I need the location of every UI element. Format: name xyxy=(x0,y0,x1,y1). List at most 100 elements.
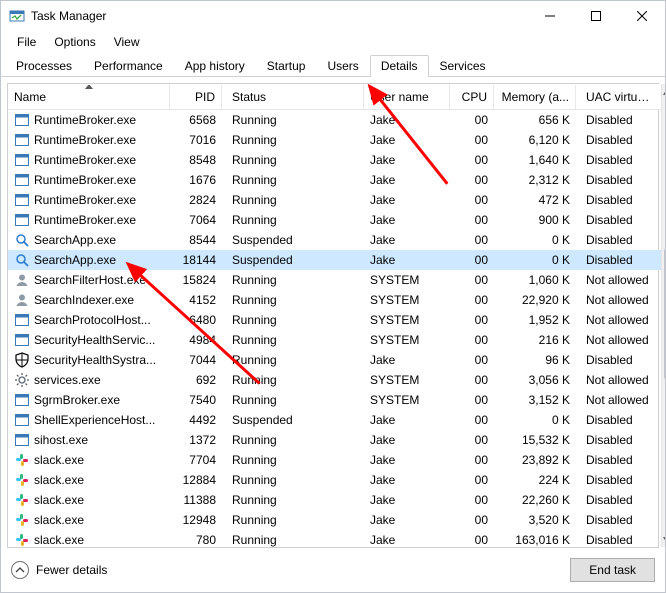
table-row[interactable]: RuntimeBroker.exe8548RunningJake001,640 … xyxy=(8,150,661,170)
close-button[interactable] xyxy=(619,1,665,31)
process-memory: 163,016 K xyxy=(494,533,576,547)
process-uac: Not allowed xyxy=(576,333,661,347)
process-uac: Disabled xyxy=(576,513,661,527)
process-cpu: 00 xyxy=(450,233,494,247)
process-memory: 1,640 K xyxy=(494,153,576,167)
process-pid: 6568 xyxy=(170,113,222,127)
tab-app-history[interactable]: App history xyxy=(174,55,256,77)
process-user: SYSTEM xyxy=(364,333,450,347)
process-memory: 3,056 K xyxy=(494,373,576,387)
table-row[interactable]: services.exe692RunningSYSTEM003,056 KNot… xyxy=(8,370,661,390)
table-row[interactable]: SearchIndexer.exe4152RunningSYSTEM0022,9… xyxy=(8,290,661,310)
process-pid: 12884 xyxy=(170,473,222,487)
table-row[interactable]: slack.exe11388RunningJake0022,260 KDisab… xyxy=(8,490,661,510)
process-pid: 8544 xyxy=(170,233,222,247)
process-memory: 216 K xyxy=(494,333,576,347)
table-row[interactable]: SecurityHealthServic...4984RunningSYSTEM… xyxy=(8,330,661,350)
table-row[interactable]: RuntimeBroker.exe6568RunningJake00656 KD… xyxy=(8,110,661,130)
process-memory: 2,312 K xyxy=(494,173,576,187)
tabstrip: Processes Performance App history Startu… xyxy=(1,53,665,77)
menu-options[interactable]: Options xyxy=(46,33,103,51)
scroll-down-arrow[interactable] xyxy=(662,530,666,547)
process-name: RuntimeBroker.exe xyxy=(34,133,136,147)
process-name: sihost.exe xyxy=(34,433,88,447)
process-icon xyxy=(14,112,30,128)
menu-file[interactable]: File xyxy=(9,33,44,51)
table-body: RuntimeBroker.exe6568RunningJake00656 KD… xyxy=(8,110,661,547)
maximize-button[interactable] xyxy=(573,1,619,31)
table-row[interactable]: slack.exe780RunningJake00163,016 KDisabl… xyxy=(8,530,661,547)
table-row[interactable]: slack.exe12884RunningJake00224 KDisabled xyxy=(8,470,661,490)
column-user[interactable]: User name xyxy=(364,85,450,109)
process-memory: 224 K xyxy=(494,473,576,487)
column-name[interactable]: Name xyxy=(8,85,170,109)
table-row[interactable]: RuntimeBroker.exe7016RunningJake006,120 … xyxy=(8,130,661,150)
process-user: Jake xyxy=(364,473,450,487)
tab-performance[interactable]: Performance xyxy=(83,55,174,77)
table-row[interactable]: sihost.exe1372RunningJake0015,532 KDisab… xyxy=(8,430,661,450)
tab-users[interactable]: Users xyxy=(316,55,369,77)
process-status: Running xyxy=(222,353,364,367)
table-row[interactable]: RuntimeBroker.exe2824RunningJake00472 KD… xyxy=(8,190,661,210)
column-uac[interactable]: UAC virtualizat... xyxy=(576,85,661,109)
table-row[interactable]: RuntimeBroker.exe7064RunningJake00900 KD… xyxy=(8,210,661,230)
process-cpu: 00 xyxy=(450,493,494,507)
process-icon xyxy=(14,332,30,348)
chevron-up-icon xyxy=(11,561,29,579)
scroll-track[interactable] xyxy=(662,101,666,530)
process-cpu: 00 xyxy=(450,173,494,187)
process-icon xyxy=(14,152,30,168)
process-name: slack.exe xyxy=(34,533,84,547)
process-cpu: 00 xyxy=(450,133,494,147)
process-icon xyxy=(14,432,30,448)
table-row[interactable]: RuntimeBroker.exe1676RunningJake002,312 … xyxy=(8,170,661,190)
process-user: Jake xyxy=(364,433,450,447)
tab-details[interactable]: Details xyxy=(370,55,429,77)
column-status[interactable]: Status xyxy=(222,85,364,109)
column-memory[interactable]: Memory (a... xyxy=(494,85,576,109)
table-row[interactable]: SearchProtocolHost...6480RunningSYSTEM00… xyxy=(8,310,661,330)
table-row[interactable]: slack.exe7704RunningJake0023,892 KDisabl… xyxy=(8,450,661,470)
process-name: RuntimeBroker.exe xyxy=(34,173,136,187)
process-cpu: 00 xyxy=(450,533,494,547)
process-name: SgrmBroker.exe xyxy=(34,393,120,407)
process-user: Jake xyxy=(364,353,450,367)
process-pid: 11388 xyxy=(170,493,222,507)
tab-services[interactable]: Services xyxy=(429,55,497,77)
process-memory: 0 K xyxy=(494,253,576,267)
process-pid: 15824 xyxy=(170,273,222,287)
process-icon xyxy=(14,352,30,368)
column-cpu[interactable]: CPU xyxy=(450,85,494,109)
table-row[interactable]: SearchApp.exe8544SuspendedJake000 KDisab… xyxy=(8,230,661,250)
process-icon xyxy=(14,272,30,288)
tab-startup[interactable]: Startup xyxy=(256,55,317,77)
vertical-scrollbar[interactable] xyxy=(661,84,666,547)
process-icon xyxy=(14,452,30,468)
process-status: Suspended xyxy=(222,253,364,267)
table-row[interactable]: slack.exe12948RunningJake003,520 KDisabl… xyxy=(8,510,661,530)
column-pid[interactable]: PID xyxy=(170,85,222,109)
process-pid: 7704 xyxy=(170,453,222,467)
table-row[interactable]: SearchFilterHost.exe15824RunningSYSTEM00… xyxy=(8,270,661,290)
scroll-up-arrow[interactable] xyxy=(662,84,666,101)
process-uac: Disabled xyxy=(576,153,661,167)
process-name: slack.exe xyxy=(34,453,84,467)
process-pid: 6480 xyxy=(170,313,222,327)
fewer-details-button[interactable]: Fewer details xyxy=(11,561,107,579)
process-status: Running xyxy=(222,193,364,207)
process-memory: 22,920 K xyxy=(494,293,576,307)
menu-view[interactable]: View xyxy=(106,33,148,51)
process-cpu: 00 xyxy=(450,333,494,347)
table-row[interactable]: ShellExperienceHost...4492SuspendedJake0… xyxy=(8,410,661,430)
process-status: Running xyxy=(222,493,364,507)
process-cpu: 00 xyxy=(450,433,494,447)
titlebar-left: Task Manager xyxy=(1,8,527,24)
minimize-button[interactable] xyxy=(527,1,573,31)
table-row[interactable]: SecurityHealthSystra...7044RunningJake00… xyxy=(8,350,661,370)
tab-processes[interactable]: Processes xyxy=(5,55,83,77)
process-icon xyxy=(14,232,30,248)
end-task-button[interactable]: End task xyxy=(570,558,655,582)
table-row[interactable]: SearchApp.exe18144SuspendedJake000 KDisa… xyxy=(8,250,661,270)
table-row[interactable]: SgrmBroker.exe7540RunningSYSTEM003,152 K… xyxy=(8,390,661,410)
process-user: Jake xyxy=(364,233,450,247)
